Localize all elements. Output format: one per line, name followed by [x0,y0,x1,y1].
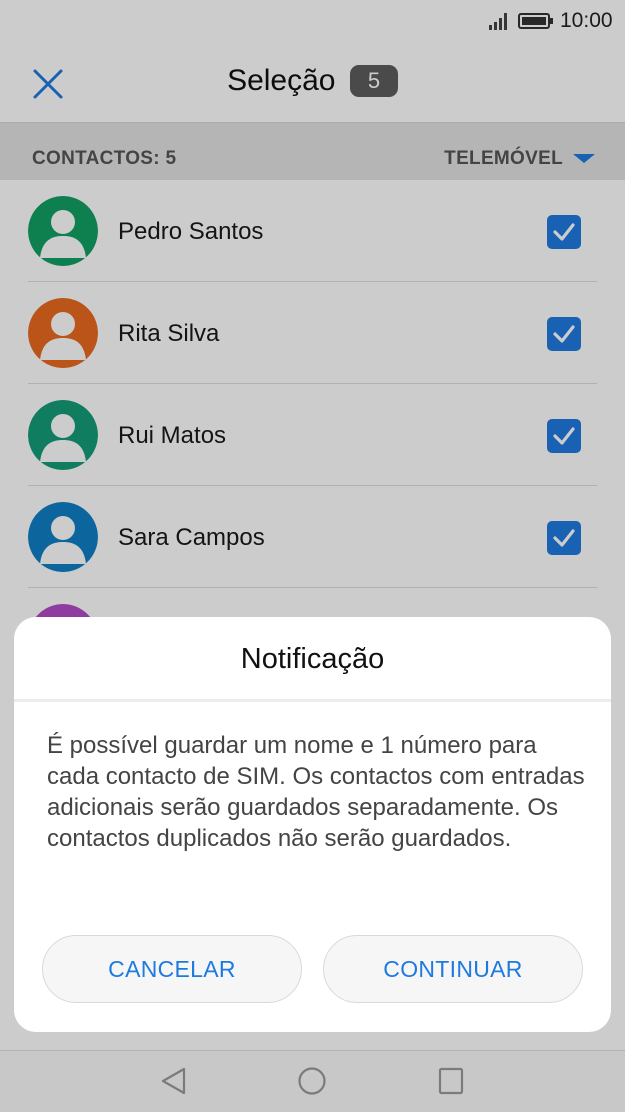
dialog-divider [14,699,611,702]
continue-button[interactable]: CONTINUAR [323,935,583,1003]
dialog-message: É possível guardar um nome e 1 número pa… [47,732,585,852]
notification-dialog: Notificação É possível guardar um nome e… [14,617,611,1032]
dialog-title: Notificação [240,643,385,675]
cancel-button[interactable]: CANCELAR [42,935,302,1003]
contact-selection-screen: 10:00 Seleção 5 CONTACTOS: 5 TELEMÓVEL P… [0,0,625,1112]
